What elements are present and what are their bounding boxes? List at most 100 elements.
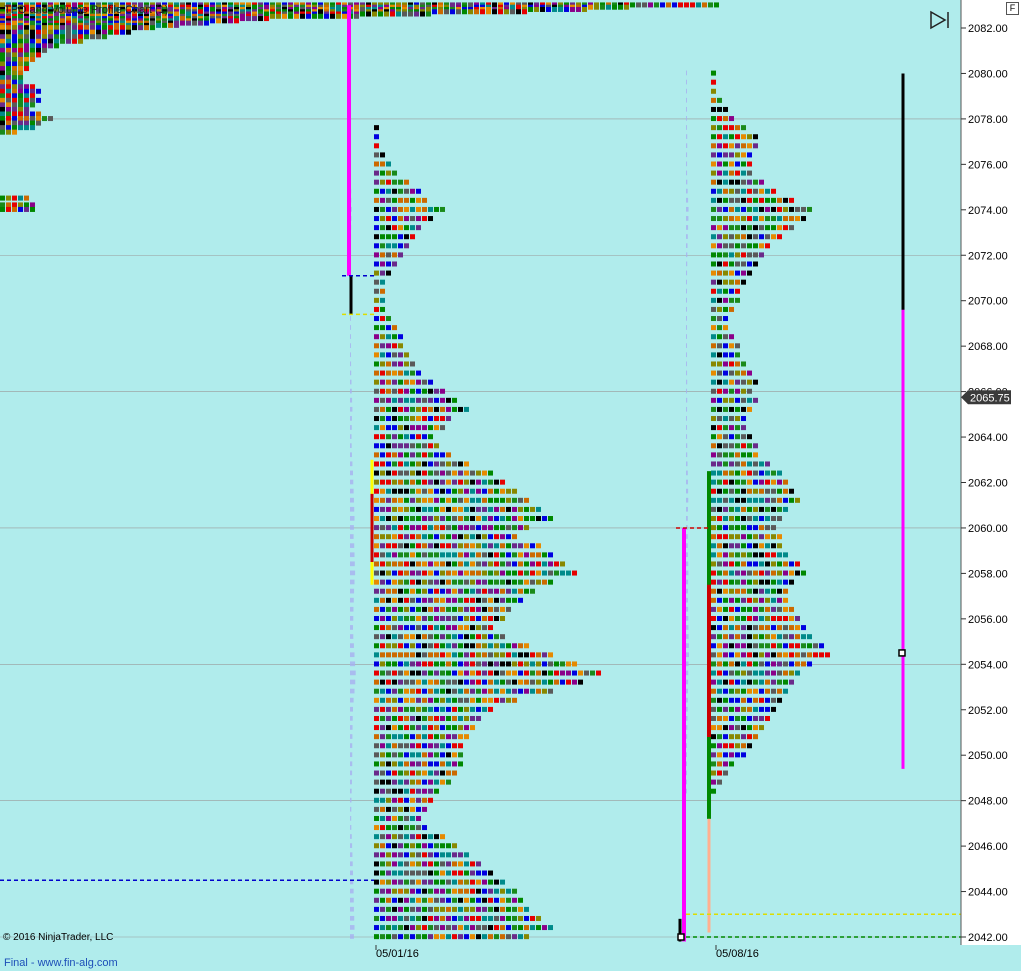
tpo-block bbox=[386, 688, 391, 694]
tpo-block bbox=[374, 306, 379, 312]
tpo-block bbox=[42, 34, 47, 40]
tpo-block bbox=[777, 616, 782, 621]
tpo-block bbox=[416, 652, 421, 658]
tpo-block bbox=[795, 570, 800, 576]
tpo-block bbox=[458, 634, 463, 640]
volume-bar bbox=[350, 652, 355, 658]
tpo-block bbox=[440, 388, 445, 394]
tpo-block bbox=[414, 11, 419, 17]
volume-bar bbox=[686, 697, 688, 703]
tpo-block bbox=[765, 516, 770, 522]
tpo-block bbox=[36, 88, 41, 94]
volume-bar bbox=[350, 325, 351, 330]
tpo-block bbox=[723, 561, 728, 567]
tpo-block bbox=[464, 688, 469, 694]
tpo-block bbox=[518, 934, 523, 940]
tpo-block bbox=[494, 888, 499, 894]
tpo-block bbox=[54, 38, 59, 44]
tpo-block bbox=[765, 216, 770, 222]
tpo-block bbox=[30, 93, 35, 99]
tpo-chart[interactable]: 2082.002080.002078.002076.002074.002072.… bbox=[0, 0, 1021, 971]
tpo-block bbox=[723, 606, 728, 612]
tpo-block bbox=[771, 552, 776, 558]
tpo-block bbox=[428, 679, 433, 685]
tpo-block bbox=[440, 597, 445, 603]
tpo-block bbox=[753, 143, 758, 149]
tpo-block bbox=[494, 588, 499, 594]
tpo-block bbox=[552, 6, 557, 12]
tpo-block bbox=[723, 479, 728, 485]
tpo-block bbox=[428, 715, 433, 721]
tpo-block bbox=[458, 534, 463, 540]
tpo-block bbox=[422, 825, 427, 831]
tpo-block bbox=[410, 770, 415, 776]
tpo-block bbox=[380, 361, 385, 367]
skip-to-end-icon[interactable] bbox=[928, 9, 952, 31]
tpo-block bbox=[482, 925, 487, 931]
tpo-block bbox=[18, 61, 23, 67]
tpo-block bbox=[723, 306, 728, 312]
tpo-block bbox=[6, 111, 11, 117]
footer-credit-link[interactable]: Final - www.fin-alg.com bbox=[4, 957, 118, 969]
tpo-block bbox=[783, 497, 788, 503]
tpo-block bbox=[476, 552, 481, 558]
tpo-block bbox=[252, 16, 257, 22]
tpo-block bbox=[735, 352, 740, 358]
volume-bar bbox=[350, 634, 354, 639]
tpo-block bbox=[771, 206, 776, 212]
tpo-block bbox=[452, 725, 457, 731]
tpo-block bbox=[741, 715, 746, 721]
tpo-block bbox=[398, 679, 403, 685]
volume-bar bbox=[686, 97, 687, 103]
tpo-block bbox=[446, 516, 451, 522]
tpo-block bbox=[735, 434, 740, 440]
tpo-block bbox=[422, 788, 427, 794]
tpo-block bbox=[422, 606, 427, 612]
tpo-block bbox=[12, 195, 17, 201]
tpo-block bbox=[500, 679, 505, 685]
tpo-block bbox=[735, 416, 740, 422]
tpo-block bbox=[494, 652, 499, 658]
volume-bar bbox=[686, 725, 688, 730]
tpo-block bbox=[536, 570, 541, 576]
tpo-block bbox=[741, 616, 746, 621]
tpo-block bbox=[753, 697, 758, 703]
tpo-block bbox=[446, 525, 451, 531]
tpo-block bbox=[392, 579, 397, 585]
tpo-block bbox=[524, 934, 529, 940]
tpo-block bbox=[426, 11, 431, 17]
tpo-block bbox=[464, 470, 469, 476]
tpo-block bbox=[422, 197, 427, 203]
tpo-block bbox=[410, 652, 415, 658]
tpo-block bbox=[458, 670, 463, 676]
tpo-block bbox=[24, 66, 29, 72]
tpo-block bbox=[729, 452, 734, 458]
tpo-block bbox=[374, 788, 379, 794]
tpo-block bbox=[404, 825, 409, 831]
tpo-block bbox=[723, 652, 728, 658]
tpo-block bbox=[428, 688, 433, 694]
tpo-block bbox=[392, 779, 397, 785]
tpo-block bbox=[54, 34, 59, 40]
tpo-block bbox=[747, 670, 752, 676]
tpo-block bbox=[380, 525, 385, 531]
tpo-block bbox=[410, 552, 415, 558]
tpo-block bbox=[729, 134, 734, 140]
tpo-block bbox=[392, 216, 397, 222]
tpo-block bbox=[735, 488, 740, 494]
f-button[interactable]: F bbox=[1006, 2, 1019, 15]
tpo-block bbox=[717, 670, 722, 676]
tpo-block bbox=[566, 679, 571, 685]
tpo-block bbox=[422, 616, 427, 621]
tpo-block bbox=[428, 734, 433, 740]
tpo-block bbox=[12, 129, 17, 135]
tpo-block bbox=[192, 20, 197, 26]
tpo-block bbox=[789, 579, 794, 585]
tpo-block bbox=[380, 852, 385, 858]
tpo-block bbox=[723, 379, 728, 385]
tpo-block bbox=[777, 570, 782, 576]
tpo-block bbox=[524, 525, 529, 531]
tpo-block bbox=[452, 879, 457, 885]
tpo-block bbox=[488, 643, 493, 649]
tpo-block bbox=[410, 525, 415, 531]
